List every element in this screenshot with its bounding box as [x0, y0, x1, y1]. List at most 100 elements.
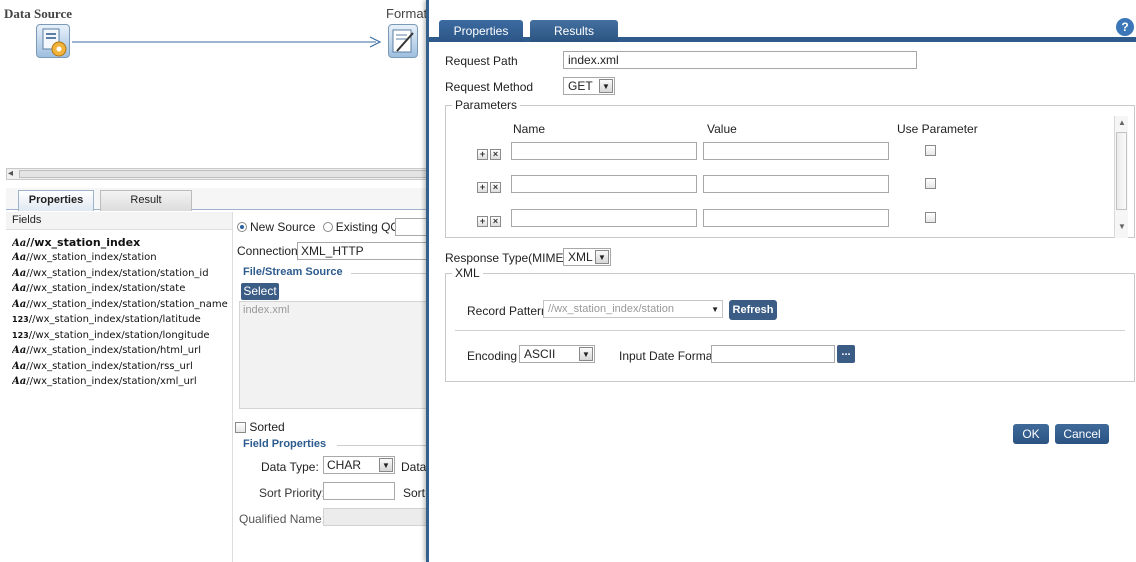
fields-list: Aa//wx_station_index Aa//wx_station_index… [12, 236, 232, 392]
data-type-value: CHAR [327, 458, 362, 472]
parameter-name-input[interactable] [511, 142, 697, 160]
add-row-icon[interactable]: + [477, 149, 488, 160]
parameter-value-input[interactable] [703, 209, 889, 227]
data-source-node-icon[interactable] [36, 24, 70, 58]
record-pattern-select[interactable]: //wx_station_index/station ▼ [543, 300, 723, 318]
request-method-select[interactable]: GET ▼ [563, 77, 615, 95]
help-icon[interactable]: ? [1116, 18, 1134, 36]
select-button[interactable]: Select [241, 283, 279, 300]
remove-row-icon[interactable]: × [490, 149, 501, 160]
field-properties-legend: Field Properties [243, 438, 327, 450]
field-path: //wx_station_index [26, 236, 141, 249]
scroll-down-icon[interactable]: ▼ [1118, 222, 1126, 231]
sort-label-2: Sort [403, 486, 426, 500]
field-path: //wx_station_index/station/station_name [26, 298, 228, 310]
cancel-button[interactable]: Cancel [1055, 424, 1109, 444]
date-format-browse-button[interactable]: ... [837, 345, 855, 363]
add-row-icon[interactable]: + [477, 182, 488, 193]
use-parameter-checkbox[interactable] [925, 145, 936, 156]
file-stream-legend: File/Stream Source [243, 266, 343, 278]
data-type-label: Data Type: [261, 460, 319, 474]
parameters-legend: Parameters [455, 98, 518, 112]
parameter-name-input[interactable] [511, 209, 697, 227]
flow-canvas[interactable]: Data Source Format [0, 0, 430, 178]
field-row[interactable]: Aa//wx_station_index/station/station_nam… [12, 299, 232, 315]
text-type-icon: Aa [12, 283, 27, 294]
qualified-name-label: Qualified Name: [239, 512, 326, 526]
chevron-down-icon[interactable]: ▼ [711, 302, 719, 318]
format-node-title: Format [386, 6, 428, 21]
parameter-value-input[interactable] [703, 175, 889, 193]
field-path: //wx_station_index/station/state [26, 283, 186, 294]
scrollbar-thumb[interactable] [1116, 132, 1127, 210]
scrollbar-thumb[interactable] [19, 170, 431, 178]
source-panel: New Source Existing QO Connection: XML_H… [232, 212, 431, 562]
add-row-icon[interactable]: + [477, 216, 488, 227]
use-parameter-checkbox[interactable] [925, 178, 936, 189]
field-row[interactable]: Aa//wx_station_index/station [12, 252, 232, 268]
request-method-label: Request Method [445, 80, 534, 94]
ok-button[interactable]: OK [1013, 424, 1049, 444]
canvas-horizontal-scrollbar[interactable]: ◂ [6, 168, 431, 180]
text-type-icon: Aa [12, 238, 27, 249]
tab-properties[interactable]: Properties [18, 190, 94, 211]
record-pattern-label: Record Pattern [467, 304, 548, 318]
chevron-down-icon[interactable]: ▼ [595, 250, 609, 264]
field-row[interactable]: 123//wx_station_index/station/latitude [12, 314, 232, 330]
request-path-input[interactable]: index.xml [563, 51, 917, 69]
input-date-format-input[interactable] [711, 345, 835, 363]
data-type-select[interactable]: CHAR ▼ [323, 456, 395, 474]
tab-properties[interactable]: Properties [439, 20, 523, 42]
sorted-checkbox[interactable] [235, 422, 246, 433]
parameter-value-input[interactable] [703, 142, 889, 160]
column-value-header: Value [707, 122, 737, 136]
response-type-value: XML [568, 250, 593, 264]
text-type-icon: Aa [12, 298, 27, 310]
parameters-vertical-scrollbar[interactable]: ▲ ▼ [1114, 116, 1128, 238]
field-row[interactable]: Aa//wx_station_index/station/xml_url [12, 376, 232, 392]
tab-result[interactable]: Result [100, 190, 192, 211]
new-source-label: New Source [250, 220, 316, 234]
remove-row-icon[interactable]: × [490, 216, 501, 227]
field-row[interactable]: Aa//wx_station_index/station/rss_url [12, 361, 232, 377]
field-row[interactable]: Aa//wx_station_index [12, 236, 232, 252]
field-path: //wx_station_index/station [26, 252, 157, 263]
field-row[interactable]: Aa//wx_station_index/station/station_id [12, 268, 232, 284]
file-source-box[interactable]: index.xml [239, 301, 431, 409]
sort-priority-input[interactable] [323, 482, 395, 500]
new-source-radio[interactable] [237, 222, 247, 232]
column-use-parameter-header: Use Parameter [897, 122, 978, 136]
use-parameter-checkbox[interactable] [925, 212, 936, 223]
text-type-icon: Aa [12, 345, 27, 356]
tab-results[interactable]: Results [530, 20, 618, 42]
input-date-format-label: Input Date Format [619, 349, 716, 363]
field-row[interactable]: Aa//wx_station_index/station/html_url [12, 345, 232, 361]
parameter-name-input[interactable] [511, 175, 697, 193]
field-row[interactable]: 123//wx_station_index/station/longitude [12, 330, 232, 346]
scroll-left-icon[interactable]: ◂ [8, 168, 13, 179]
remove-row-icon[interactable]: × [490, 182, 501, 193]
chevron-down-icon[interactable]: ▼ [579, 347, 593, 361]
connection-input[interactable]: XML_HTTP [297, 242, 431, 260]
field-path: //wx_station_index/station/html_url [26, 345, 202, 356]
request-method-value: GET [568, 79, 593, 93]
chevron-down-icon[interactable]: ▼ [379, 458, 393, 472]
qualified-name-input [323, 508, 431, 526]
refresh-button[interactable]: Refresh [729, 300, 777, 320]
existing-qo-radio[interactable] [322, 222, 333, 232]
field-path: //wx_station_index/station/latitude [28, 314, 201, 325]
sorted-label: Sorted [249, 420, 285, 434]
format-node-icon[interactable] [388, 24, 418, 58]
scroll-up-icon[interactable]: ▲ [1118, 118, 1126, 127]
bottom-tab-bar: Properties Result [6, 188, 430, 211]
field-row[interactable]: Aa//wx_station_index/station/state [12, 283, 232, 299]
sort-priority-label: Sort Priority: [259, 486, 326, 500]
column-name-header: Name [513, 122, 546, 136]
response-type-select[interactable]: XML ▼ [563, 248, 611, 266]
properties-dialog: Properties Results ? Request Path index.… [426, 0, 1136, 562]
numeric-type-icon: 123 [12, 315, 29, 324]
chevron-down-icon[interactable]: ▼ [599, 79, 613, 93]
numeric-type-icon: 123 [12, 330, 29, 340]
encoding-select[interactable]: ASCII ▼ [519, 345, 595, 363]
text-type-icon: Aa [12, 360, 27, 372]
